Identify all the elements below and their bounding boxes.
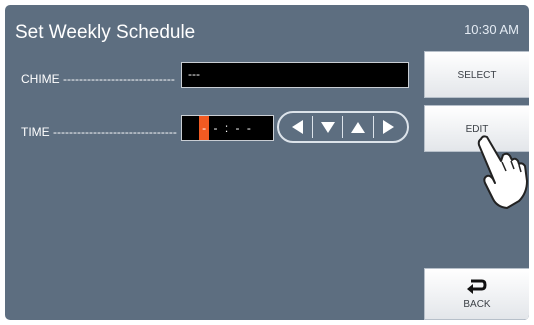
- page-title: Set Weekly Schedule: [15, 22, 196, 43]
- up-arrow-button[interactable]: [347, 116, 369, 138]
- arrow-divider: [372, 116, 374, 138]
- down-arrow-icon: [320, 122, 335, 133]
- right-arrow-icon: [383, 120, 395, 134]
- pointing-hand-icon: [477, 135, 528, 209]
- time-label: TIME -------------------------------: [21, 125, 177, 139]
- select-button[interactable]: SELECT: [424, 51, 529, 98]
- chime-label: CHIME ----------------------------: [21, 72, 175, 86]
- back-button-label: BACK: [463, 299, 491, 310]
- screen: Set Weekly Schedule 10:30 AM CHIME -----…: [5, 5, 529, 320]
- back-button[interactable]: BACK: [424, 268, 529, 320]
- select-button-label: SELECT: [457, 70, 497, 81]
- arrow-divider: [342, 116, 344, 138]
- left-arrow-button[interactable]: [287, 116, 309, 138]
- clock: 10:30 AM: [464, 22, 519, 37]
- back-arrow-icon: [467, 279, 487, 294]
- down-arrow-button[interactable]: [317, 116, 339, 138]
- arrow-controls: [277, 111, 409, 143]
- time-field[interactable]: - - : - -: [181, 115, 274, 141]
- right-arrow-button[interactable]: [377, 116, 399, 138]
- chime-field[interactable]: ---: [181, 62, 409, 88]
- up-arrow-icon: [351, 122, 366, 133]
- arrow-divider: [312, 116, 314, 138]
- left-arrow-icon: [291, 120, 303, 134]
- time-value: - - : - -: [202, 121, 253, 135]
